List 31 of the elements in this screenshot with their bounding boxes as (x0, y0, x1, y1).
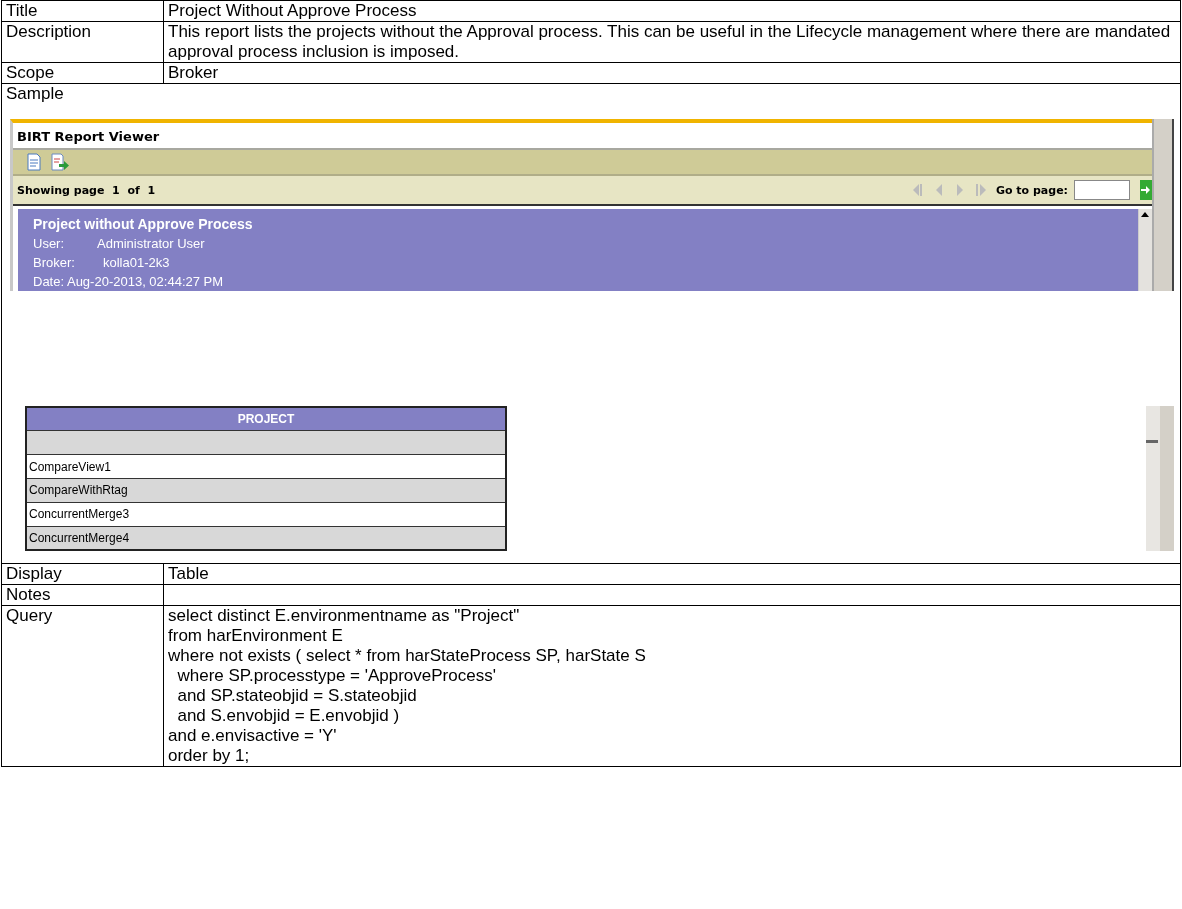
field-value: kolla01-2k3 (103, 255, 170, 270)
row-label: Notes (1, 584, 164, 606)
row-label: Query (1, 605, 164, 767)
table-cell: CompareWithRtag (26, 478, 506, 503)
row-label: Title (1, 0, 164, 22)
report-date: Date: Aug-20-2013, 02:44:27 PM (33, 273, 225, 291)
field-label: User: (33, 235, 66, 253)
field-value: Administrator User (97, 236, 205, 251)
arrow-icon (1140, 185, 1150, 195)
table-cell: ConcurrentMerge3 (26, 502, 506, 527)
goto-label: Go to page: (995, 183, 1068, 197)
table-cell: CompareView1 (26, 454, 506, 479)
document-icon[interactable] (27, 153, 41, 171)
go-button[interactable] (1140, 180, 1152, 200)
export-icon[interactable] (51, 153, 69, 171)
row-label: Display (1, 563, 164, 585)
scroll-thumb-icon[interactable] (1146, 440, 1158, 444)
column-header: PROJECT (26, 407, 506, 431)
page-status: Showing page 1 of 1 (17, 183, 156, 197)
report-title: Project without Approve Process (33, 215, 254, 234)
row-value: This report lists the projects without the Approval process. This can be useful in the Lifecycle management where there are mandated approval process inclusion is imposed. (163, 21, 1181, 63)
row-label: Description (1, 21, 164, 63)
row-label: Scope (1, 62, 164, 84)
row-value: Table (163, 563, 1181, 585)
page-number-field[interactable] (1074, 180, 1130, 200)
row-value: Project Without Approve Process (163, 0, 1181, 22)
table-cell: ConcurrentMerge4 (26, 526, 506, 550)
field-label: Broker: (33, 254, 76, 272)
row-label: Sample (5, 84, 65, 104)
row-value: Broker (163, 62, 1181, 84)
query-text: select distinct E.environmentname as "Project" from harEnvironment E where not exists ( select * from harStateProcess SP, harState S where SP.processtype = 'ApproveProcess' and SP.stateobjid = S.stateobjid and S.envobjid = E.envobjid ) and e.envisactive = 'Y' order by 1; (163, 605, 1181, 767)
